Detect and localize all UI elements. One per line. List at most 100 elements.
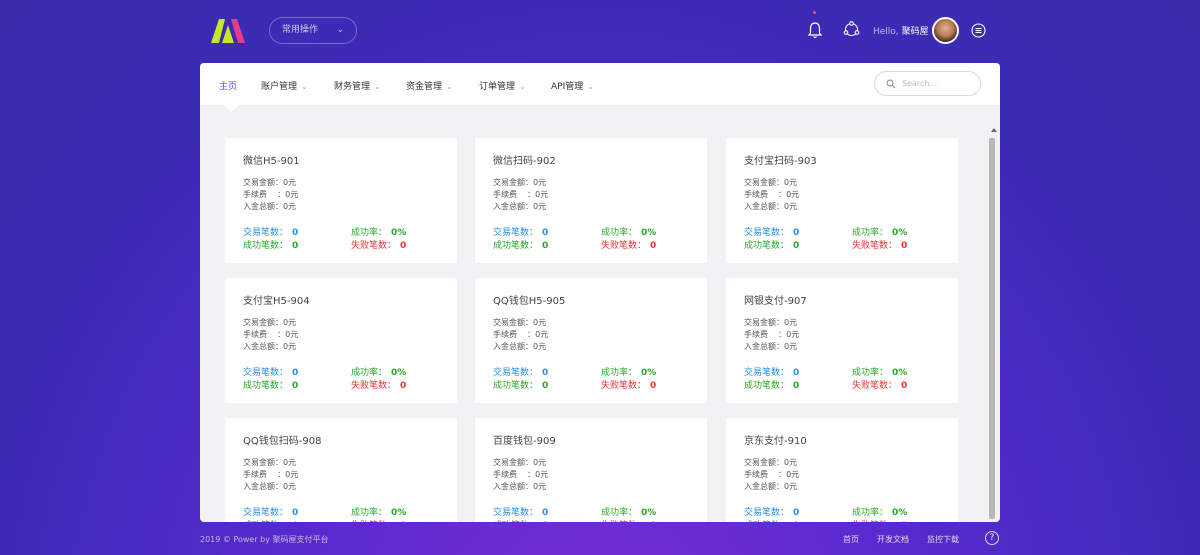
fail-count-stat: 失败笔数：0 — [852, 378, 907, 391]
fee-label: 手续费 ： — [493, 190, 536, 199]
success-count-label: 成功笔数： — [243, 521, 288, 522]
success-count-stat: 成功笔数：0 — [493, 238, 548, 251]
success-count-label: 成功笔数： — [744, 241, 790, 251]
fee-line: 手续费 ：0元 — [243, 469, 298, 480]
success-count-value: 0 — [292, 241, 299, 251]
success-rate-value: 0% — [641, 228, 657, 238]
success-rate-label: 成功率： — [601, 228, 638, 238]
trade-count-stat: 交易笔数： 0 — [493, 505, 548, 518]
fail-count-label: 失败笔数： — [601, 241, 647, 251]
user-greeting[interactable]: Hello, 聚码屋 — [873, 24, 929, 37]
deposit-total-label: 入金总额： — [243, 202, 283, 211]
nav-item-home[interactable]: 主页 — [219, 79, 237, 92]
success-count-label: 成功笔数： — [493, 521, 538, 522]
success-count-value: 0 — [793, 241, 800, 251]
success-count-value: 0 — [542, 241, 549, 251]
deposit-total-line: 入金总额：0元 — [493, 481, 546, 492]
fail-count-stat: 失败笔数：0 — [351, 518, 406, 522]
trade-amount-value: 0元 — [784, 318, 798, 327]
share-icon[interactable] — [843, 21, 860, 38]
deposit-total-value: 0元 — [784, 482, 798, 491]
main-nav: 主页 账户管理 ⌄ 财务管理 ⌄ 资金管理 ⌄ 订单管理 ⌄ API管理 ⌄ Search… — [200, 63, 1000, 106]
top-bar: 常用操作 ⌄ Hello, 聚码屋 — [0, 0, 1200, 62]
nav-active-pointer — [224, 105, 238, 112]
success-count-label: 成功笔数： — [243, 241, 289, 251]
nav-item-account[interactable]: 账户管理 ⌄ — [261, 79, 308, 92]
fail-count-label: 失败笔数： — [351, 381, 397, 391]
fail-count-value: 0 — [650, 521, 656, 522]
fee-value: 0元 — [786, 470, 800, 479]
help-icon[interactable]: ? — [985, 531, 999, 545]
deposit-total-value: 0元 — [784, 342, 798, 351]
success-count-label: 成功笔数： — [493, 241, 539, 251]
success-rate-stat: 成功率： 0% — [852, 365, 907, 378]
trade-amount-value: 0元 — [283, 318, 297, 327]
nav-item-finance[interactable]: 财务管理 ⌄ — [334, 79, 381, 92]
success-rate-label: 成功率： — [351, 368, 388, 378]
scrollbar[interactable] — [988, 109, 997, 519]
success-rate-stat: 成功率： 0% — [601, 505, 656, 518]
success-rate-value: 0% — [892, 368, 908, 378]
fail-count-value: 0 — [650, 241, 657, 251]
fail-count-label: 失败笔数： — [601, 521, 646, 522]
chevron-down-icon: ⌄ — [587, 82, 594, 91]
channel-card: 百度钱包-909 交易金额：0元 手续费 ：0元 入金总额：0元 交易笔数： 0 成功率： 0… — [475, 418, 707, 522]
fee-value: 0元 — [786, 190, 800, 199]
card-title: QQ钱包H5-905 — [493, 296, 566, 307]
fail-count-stat: 失败笔数：0 — [601, 238, 656, 251]
scrollbar-thumb[interactable] — [989, 138, 995, 519]
avatar[interactable] — [932, 17, 959, 44]
trade-amount-label: 交易金额： — [744, 458, 784, 467]
scroll-up-arrow[interactable] — [991, 128, 997, 132]
footer-link-docs[interactable]: 开发文档 — [877, 534, 909, 545]
success-count-stat: 成功笔数：0 — [243, 518, 298, 522]
fail-count-value: 0 — [400, 521, 406, 522]
search-input[interactable]: Search... — [874, 71, 981, 96]
trade-amount-value: 0元 — [533, 178, 547, 187]
trade-amount-line: 交易金额：0元 — [744, 177, 797, 188]
success-rate-value: 0% — [641, 368, 657, 378]
fee-line: 手续费 ：0元 — [493, 469, 548, 480]
success-rate-label: 成功率： — [601, 368, 638, 378]
success-rate-label: 成功率： — [852, 508, 889, 518]
nav-label: 订单管理 — [479, 82, 516, 92]
channel-card: 网银支付-907 交易金额：0元 手续费 ：0元 入金总额：0元 交易笔数： 0 成功率： 0… — [726, 278, 958, 403]
menu-icon[interactable] — [971, 23, 986, 38]
fail-count-label: 失败笔数： — [351, 241, 397, 251]
fee-line: 手续费 ：0元 — [744, 329, 799, 340]
fee-line: 手续费 ：0元 — [493, 189, 548, 200]
trade-count-stat: 交易笔数： 0 — [744, 365, 799, 378]
trade-amount-label: 交易金额： — [493, 318, 533, 327]
deposit-total-line: 入金总额：0元 — [243, 341, 296, 352]
success-count-value: 0 — [292, 381, 299, 391]
footer-link-monitor[interactable]: 监控下载 — [927, 534, 959, 545]
bell-icon[interactable] — [807, 21, 823, 39]
footer-link-home[interactable]: 首页 — [843, 534, 859, 545]
deposit-total-label: 入金总额： — [493, 202, 533, 211]
nav-item-funds[interactable]: 资金管理 ⌄ — [406, 79, 453, 92]
fail-count-stat: 失败笔数：0 — [852, 238, 907, 251]
trade-count-value: 0 — [793, 508, 800, 518]
success-count-label: 成功笔数： — [243, 381, 289, 391]
fail-count-stat: 失败笔数：0 — [351, 238, 406, 251]
deposit-total-label: 入金总额： — [243, 482, 283, 491]
chevron-down-icon: ⌄ — [446, 82, 453, 91]
fee-value: 0元 — [285, 190, 299, 199]
trade-count-value: 0 — [292, 228, 299, 238]
fail-count-value: 0 — [400, 241, 407, 251]
trade-amount-label: 交易金额： — [493, 178, 533, 187]
logo[interactable] — [211, 19, 245, 43]
trade-amount-value: 0元 — [283, 458, 297, 467]
trade-count-value: 0 — [542, 228, 549, 238]
deposit-total-value: 0元 — [533, 342, 547, 351]
deposit-total-line: 入金总额：0元 — [243, 481, 296, 492]
trade-amount-line: 交易金额：0元 — [493, 317, 546, 328]
nav-item-api[interactable]: API管理 ⌄ — [551, 79, 594, 92]
trade-amount-value: 0元 — [784, 178, 798, 187]
trade-count-label: 交易笔数： — [243, 368, 289, 378]
fee-line: 手续费 ：0元 — [493, 329, 548, 340]
quick-ops-select[interactable]: 常用操作 ⌄ — [269, 17, 357, 44]
fee-label: 手续费 ： — [243, 190, 286, 199]
nav-item-orders[interactable]: 订单管理 ⌄ — [479, 79, 526, 92]
trade-amount-label: 交易金额： — [243, 458, 283, 467]
